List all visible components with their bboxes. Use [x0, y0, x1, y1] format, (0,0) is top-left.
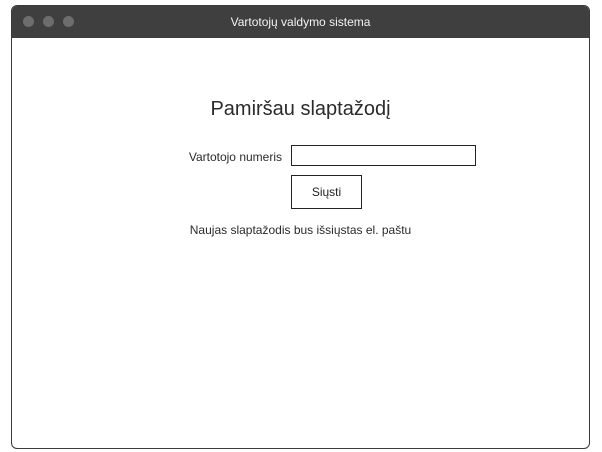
send-button[interactable]: Siųsti: [291, 175, 362, 209]
title-bar: Vartotojų valdymo sistema: [12, 6, 589, 38]
username-input[interactable]: [291, 145, 476, 166]
window-title: Vartotojų valdymo sistema: [230, 15, 371, 29]
page-title: Pamiršau slaptažodį: [210, 98, 391, 120]
info-message: Naujas slaptažodis bus išsiųstas el. paš…: [189, 223, 412, 237]
username-label: Vartotojo numeris: [188, 150, 282, 164]
app-window: Vartotojų valdymo sistema Pamiršau slapt…: [11, 5, 590, 449]
